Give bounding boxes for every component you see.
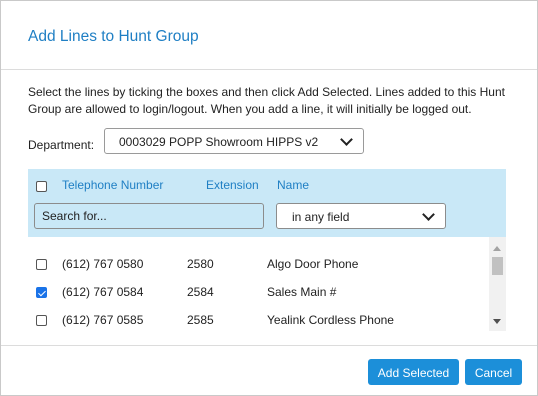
add-lines-dialog: Add Lines to Hunt Group Select the lines… [0,0,538,396]
search-input[interactable]: Search for... [34,203,264,229]
scroll-thumb[interactable] [492,257,503,275]
scroll-up-icon[interactable] [493,246,501,251]
row-checkbox[interactable] [36,315,47,326]
chevron-down-icon [340,133,353,146]
footer-divider [1,345,537,346]
select-all-checkbox[interactable] [36,181,47,192]
row-name: Yealink Cordless Phone [267,313,394,327]
add-selected-button[interactable]: Add Selected [368,359,459,385]
row-telephone: (612) 767 0580 [62,257,144,271]
lines-list: (612) 767 0580 2580 Algo Door Phone (612… [28,237,506,335]
column-header-telephone[interactable]: Telephone Number [62,178,163,192]
field-filter-select[interactable]: in any field [276,203,446,229]
header-divider [1,69,537,70]
row-extension: 2580 [187,257,214,271]
column-header-name[interactable]: Name [277,178,309,192]
chevron-down-icon [422,208,435,221]
table-row[interactable]: (612) 767 0580 2580 Algo Door Phone [28,254,488,274]
row-telephone: (612) 767 0584 [62,285,144,299]
dialog-title: Add Lines to Hunt Group [28,28,199,45]
row-checkbox[interactable] [36,259,47,270]
column-header-extension[interactable]: Extension [206,178,259,192]
table-row[interactable]: (612) 767 0584 2584 Sales Main # [28,282,488,302]
field-filter-value: in any field [292,210,350,224]
table-row[interactable]: (612) 767 0585 2585 Yealink Cordless Pho… [28,310,488,330]
list-scrollbar[interactable] [489,237,506,331]
row-checkbox[interactable] [36,287,47,298]
row-extension: 2584 [187,285,214,299]
row-name: Algo Door Phone [267,257,359,271]
dialog-description: Select the lines by ticking the boxes an… [28,85,505,116]
row-telephone: (612) 767 0585 [62,313,144,327]
scroll-down-icon[interactable] [493,319,501,324]
department-label: Department: [28,138,95,152]
cancel-button[interactable]: Cancel [465,359,522,385]
department-selected-value: 0003029 POPP Showroom HIPPS v2 [119,135,319,149]
table-header: Telephone Number Extension Name Search f… [28,169,506,237]
department-select[interactable]: 0003029 POPP Showroom HIPPS v2 [104,128,364,154]
row-extension: 2585 [187,313,214,327]
row-name: Sales Main # [267,285,337,299]
